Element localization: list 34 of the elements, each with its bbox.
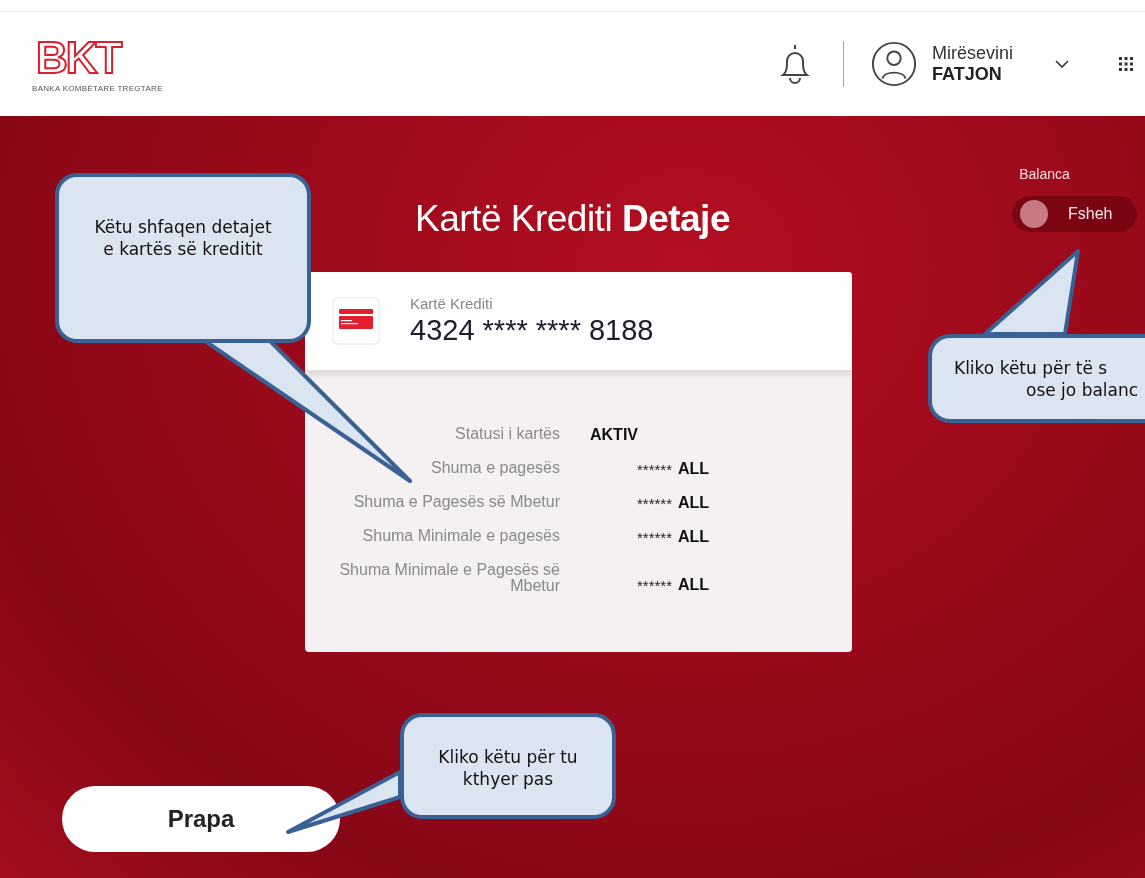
callout-text: Këtu shfaqen detajet xyxy=(94,216,272,238)
detail-label: Shuma e Pagesës së Mbetur xyxy=(352,494,560,512)
logo-tagline: BANKA KOMBËTARE TREGTARE xyxy=(32,83,163,93)
balance-label: Balanca xyxy=(1019,166,1070,182)
logo-text: BKT xyxy=(35,35,121,80)
detail-value: ****** xyxy=(635,577,672,594)
user-name: FATJON xyxy=(931,64,1003,85)
back-button[interactable]: Prapa xyxy=(62,786,340,852)
currency-code: ALL xyxy=(678,576,710,594)
currency-code: ALL xyxy=(678,460,710,478)
detail-value: ****** xyxy=(635,461,672,478)
callout-text: Kliko këtu për të s xyxy=(954,356,1108,379)
detail-label: Shuma Minimale e pagesës xyxy=(361,528,560,546)
page-title: Kartë Krediti Detaje xyxy=(415,198,730,240)
callout-text: kthyer pas xyxy=(462,768,554,790)
detail-value: ****** xyxy=(635,529,672,546)
callout-text: ose jo balanc xyxy=(1025,378,1139,401)
detail-value: AKTIV xyxy=(590,426,638,444)
user-avatar-icon[interactable] xyxy=(869,40,918,88)
card-number: 4324 **** **** 8188 xyxy=(410,314,654,347)
callout-text: e kartës së kreditit xyxy=(103,238,263,260)
detail-label: Statusi i kartës xyxy=(454,426,560,444)
balance-toggle[interactable]: Fsheh xyxy=(1012,196,1137,232)
chevron-down-icon[interactable] xyxy=(1055,60,1069,68)
detail-label: Shuma e pagesës xyxy=(430,460,560,478)
card-type-label: Kartë Krediti xyxy=(410,295,494,312)
app-grid-icon[interactable] xyxy=(1119,57,1133,71)
greeting-text: Mirësevini xyxy=(931,43,1013,64)
detail-label: Shuma Minimale e Pagesës së Mbetur xyxy=(338,562,560,594)
currency-code: ALL xyxy=(678,528,710,546)
credit-card-icon xyxy=(332,297,380,345)
currency-code: ALL xyxy=(678,494,710,512)
callout-text: Kliko këtu për tu xyxy=(438,746,578,768)
detail-value: ****** xyxy=(635,495,672,512)
